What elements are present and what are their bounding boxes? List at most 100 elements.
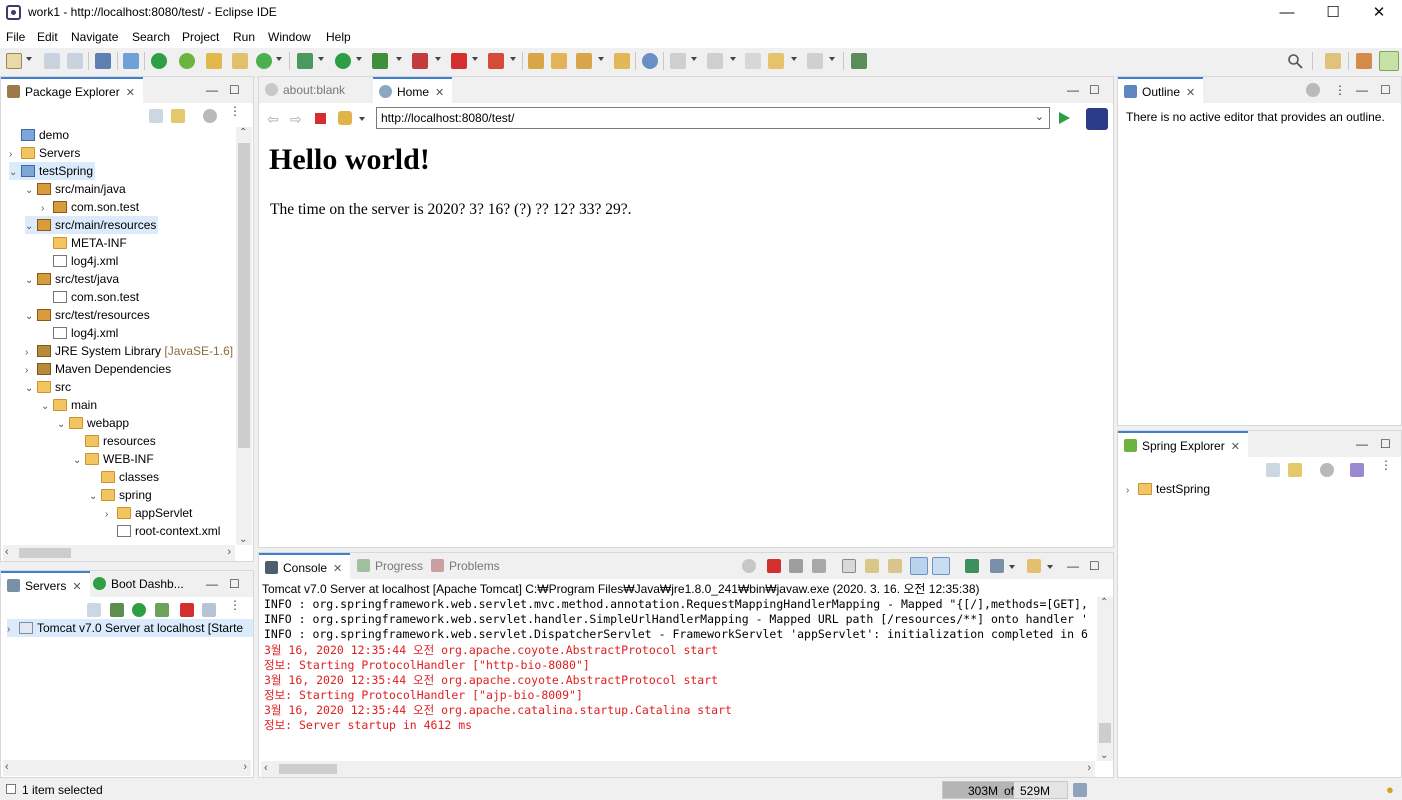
tree-item-maven-dependencies[interactable]: › Maven Dependencies — [25, 360, 171, 378]
collapse-all-icon[interactable] — [1266, 463, 1280, 477]
tree-item-root-context-xml[interactable]: root-context.xml — [117, 522, 220, 540]
close-icon[interactable]: ✕ — [1186, 87, 1195, 99]
tree-item-appservlet[interactable]: › appServlet — [105, 504, 192, 522]
stop-icon[interactable] — [451, 53, 467, 69]
eclipse-browser-icon[interactable] — [1086, 108, 1108, 130]
tab-package-explorer[interactable]: Package Explorer ✕ — [1, 77, 143, 103]
open-console-icon[interactable] — [1027, 559, 1041, 573]
stop-server-icon[interactable] — [180, 603, 194, 617]
back-icon[interactable] — [768, 53, 784, 69]
garbage-collect-icon[interactable] — [1073, 783, 1087, 797]
maximize-button[interactable]: ☐ — [1310, 0, 1356, 26]
link-with-editor-icon[interactable] — [1288, 463, 1302, 477]
next-annotation-icon[interactable] — [670, 53, 686, 69]
tab-home[interactable]: Home ✕ — [373, 77, 453, 103]
vertical-scrollbar[interactable]: ⌃ ⌄ — [1097, 597, 1113, 761]
tree-item-meta-inf[interactable]: META-INF — [53, 234, 127, 252]
tree-item-src-main-resources[interactable]: ⌄ src/main/resources — [25, 216, 159, 234]
scrollbar-thumb[interactable] — [238, 143, 250, 448]
search-icon[interactable] — [1287, 53, 1303, 69]
open-perspective-icon[interactable] — [1325, 53, 1341, 69]
forward-icon[interactable] — [807, 53, 823, 69]
tree-item-spring[interactable]: ⌄ spring — [89, 486, 152, 504]
scroll-left-icon[interactable]: ‹ — [264, 762, 268, 774]
scrollbar-thumb[interactable] — [19, 548, 71, 558]
view-menu-icon[interactable]: ⋮ — [1380, 459, 1392, 477]
tree-item-webapp[interactable]: ⌄ webapp — [57, 414, 129, 432]
maximize-icon[interactable]: ☐ — [1380, 83, 1391, 97]
display-console-icon[interactable] — [990, 559, 1004, 573]
scrollbar-thumb[interactable] — [1099, 723, 1111, 743]
tab-console[interactable]: Console ✕ — [259, 553, 351, 579]
menu-search[interactable]: Search — [132, 30, 170, 44]
scroll-right-icon[interactable]: › — [243, 761, 247, 773]
horizontal-scrollbar[interactable]: ‹ › — [3, 760, 251, 776]
tab-servers[interactable]: Servers ✕ — [1, 571, 90, 597]
scroll-up-icon[interactable]: ⌃ — [239, 127, 247, 138]
expand-icon[interactable]: › — [1126, 482, 1138, 500]
spring-tree-item-testspring[interactable]: › testSpring — [1126, 480, 1210, 498]
tree-item-servers[interactable]: › Servers — [9, 144, 80, 162]
filters-icon[interactable] — [1320, 463, 1334, 477]
remove-launch-icon[interactable] — [789, 559, 803, 573]
scroll-lock-icon[interactable] — [865, 559, 879, 573]
menu-navigate[interactable]: Navigate — [71, 30, 118, 44]
horizontal-scrollbar[interactable]: ‹ › — [261, 761, 1095, 777]
tab-boot-dashboard[interactable]: Boot Dashb... — [87, 571, 192, 597]
new-class-dropdown-icon[interactable] — [276, 57, 282, 61]
view-menu-icon[interactable]: ⋮ — [229, 599, 241, 617]
close-icon[interactable]: ✕ — [333, 563, 342, 575]
collapse-icon[interactable]: ⌄ — [9, 164, 21, 182]
link-with-editor-icon[interactable] — [171, 109, 185, 123]
scroll-down-icon[interactable]: ⌄ — [239, 534, 247, 545]
deploy-icon[interactable] — [488, 53, 504, 69]
tree-item-src-test-resources[interactable]: ⌄ src/test/resources — [25, 306, 150, 324]
profile-server-icon[interactable] — [155, 603, 169, 617]
word-wrap-icon[interactable] — [888, 559, 902, 573]
tree-item-main[interactable]: ⌄ main — [41, 396, 97, 414]
stop-icon[interactable] — [315, 113, 326, 124]
maximize-icon[interactable]: ☐ — [1089, 83, 1100, 97]
close-icon[interactable]: ✕ — [1231, 441, 1240, 453]
tab-outline[interactable]: Outline ✕ — [1118, 77, 1204, 103]
new-icon[interactable] — [6, 53, 22, 69]
filters-icon[interactable] — [1306, 83, 1320, 97]
debug-icon[interactable] — [297, 53, 313, 69]
spring-refresh-icon[interactable] — [179, 53, 195, 69]
tree-item-resources[interactable]: resources — [85, 432, 156, 450]
tree-item-web-inf[interactable]: ⌄ WEB-INF — [73, 450, 154, 468]
refresh-icon[interactable] — [338, 111, 352, 125]
start-server-icon[interactable] — [132, 603, 146, 617]
show-stdout-icon[interactable] — [910, 557, 928, 575]
tree-item-log4j-xml-2[interactable]: log4j.xml — [53, 324, 118, 342]
scroll-right-icon[interactable]: › — [1087, 762, 1091, 774]
minimize-button[interactable]: — — [1264, 0, 1310, 26]
tree-item-src-test-java[interactable]: ⌄ src/test/java — [25, 270, 119, 288]
coverage-icon[interactable] — [372, 53, 388, 69]
clear-console-icon[interactable] — [842, 559, 856, 573]
spring-boot-icon[interactable] — [151, 53, 167, 69]
terminate-icon[interactable] — [767, 559, 781, 573]
new-class-icon[interactable] — [256, 53, 272, 69]
new-dropdown-icon[interactable] — [26, 57, 32, 61]
sort-alpha-icon[interactable] — [1350, 463, 1364, 477]
new-spring-project-icon[interactable] — [206, 53, 222, 69]
scroll-down-icon[interactable]: ⌄ — [1100, 750, 1108, 761]
minimize-icon[interactable]: — — [1067, 83, 1079, 97]
maximize-icon[interactable]: ☐ — [1089, 559, 1100, 573]
tree-item-src[interactable]: ⌄ src — [25, 378, 71, 396]
publish-icon[interactable] — [202, 603, 216, 617]
run-icon[interactable] — [335, 53, 351, 69]
new-package-icon[interactable] — [232, 53, 248, 69]
url-input[interactable]: http://localhost:8080/test/ ⌄ — [376, 107, 1050, 129]
minimize-icon[interactable]: — — [1067, 559, 1079, 573]
refresh-dropdown-icon[interactable] — [359, 117, 365, 121]
minimize-icon[interactable]: — — [206, 83, 218, 97]
tree-item-com-son-test-2[interactable]: com.son.test — [53, 288, 139, 306]
tab-progress[interactable]: Progress — [351, 553, 431, 579]
scrollbar-thumb[interactable] — [279, 764, 337, 774]
tree-item-demo[interactable]: demo — [21, 126, 69, 144]
close-button[interactable]: ✕ — [1356, 0, 1402, 26]
external-tools-icon[interactable] — [412, 53, 428, 69]
lightbulb-icon[interactable]: ● — [1386, 782, 1394, 797]
